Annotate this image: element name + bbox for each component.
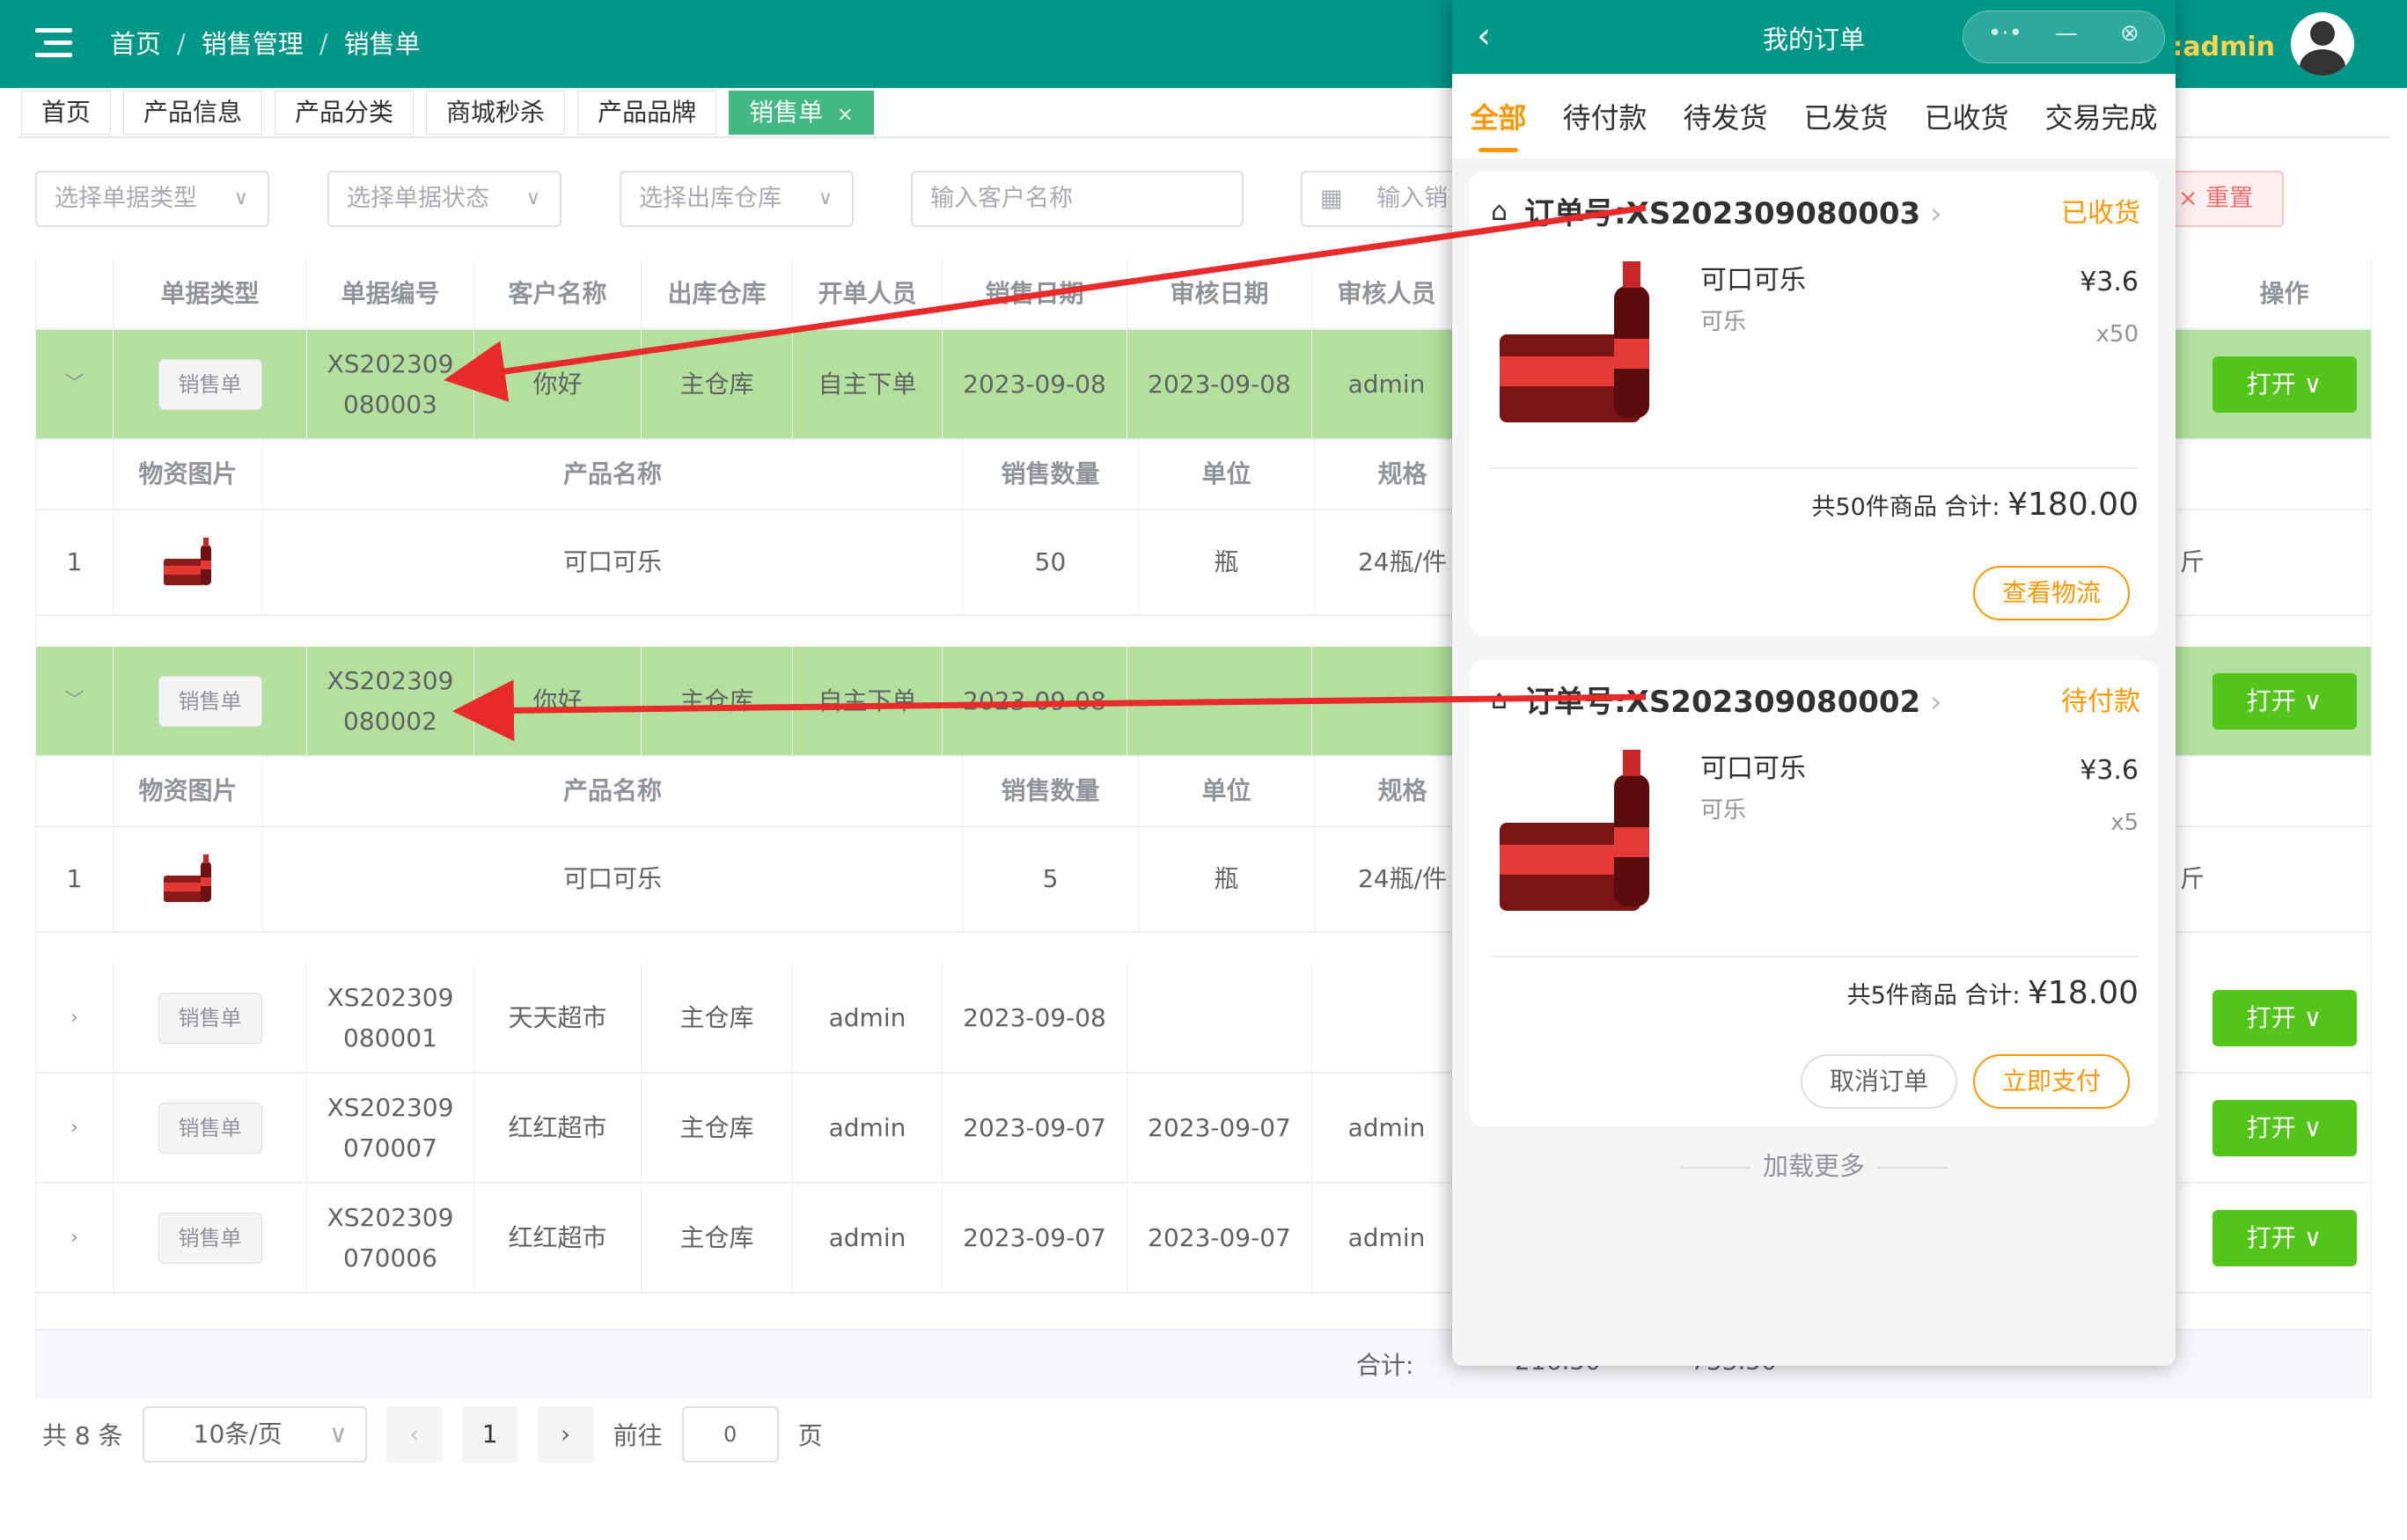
annotation-arrows <box>444 204 1647 742</box>
annotation-arrow <box>452 679 1647 742</box>
annotation-arrow <box>444 204 1647 402</box>
